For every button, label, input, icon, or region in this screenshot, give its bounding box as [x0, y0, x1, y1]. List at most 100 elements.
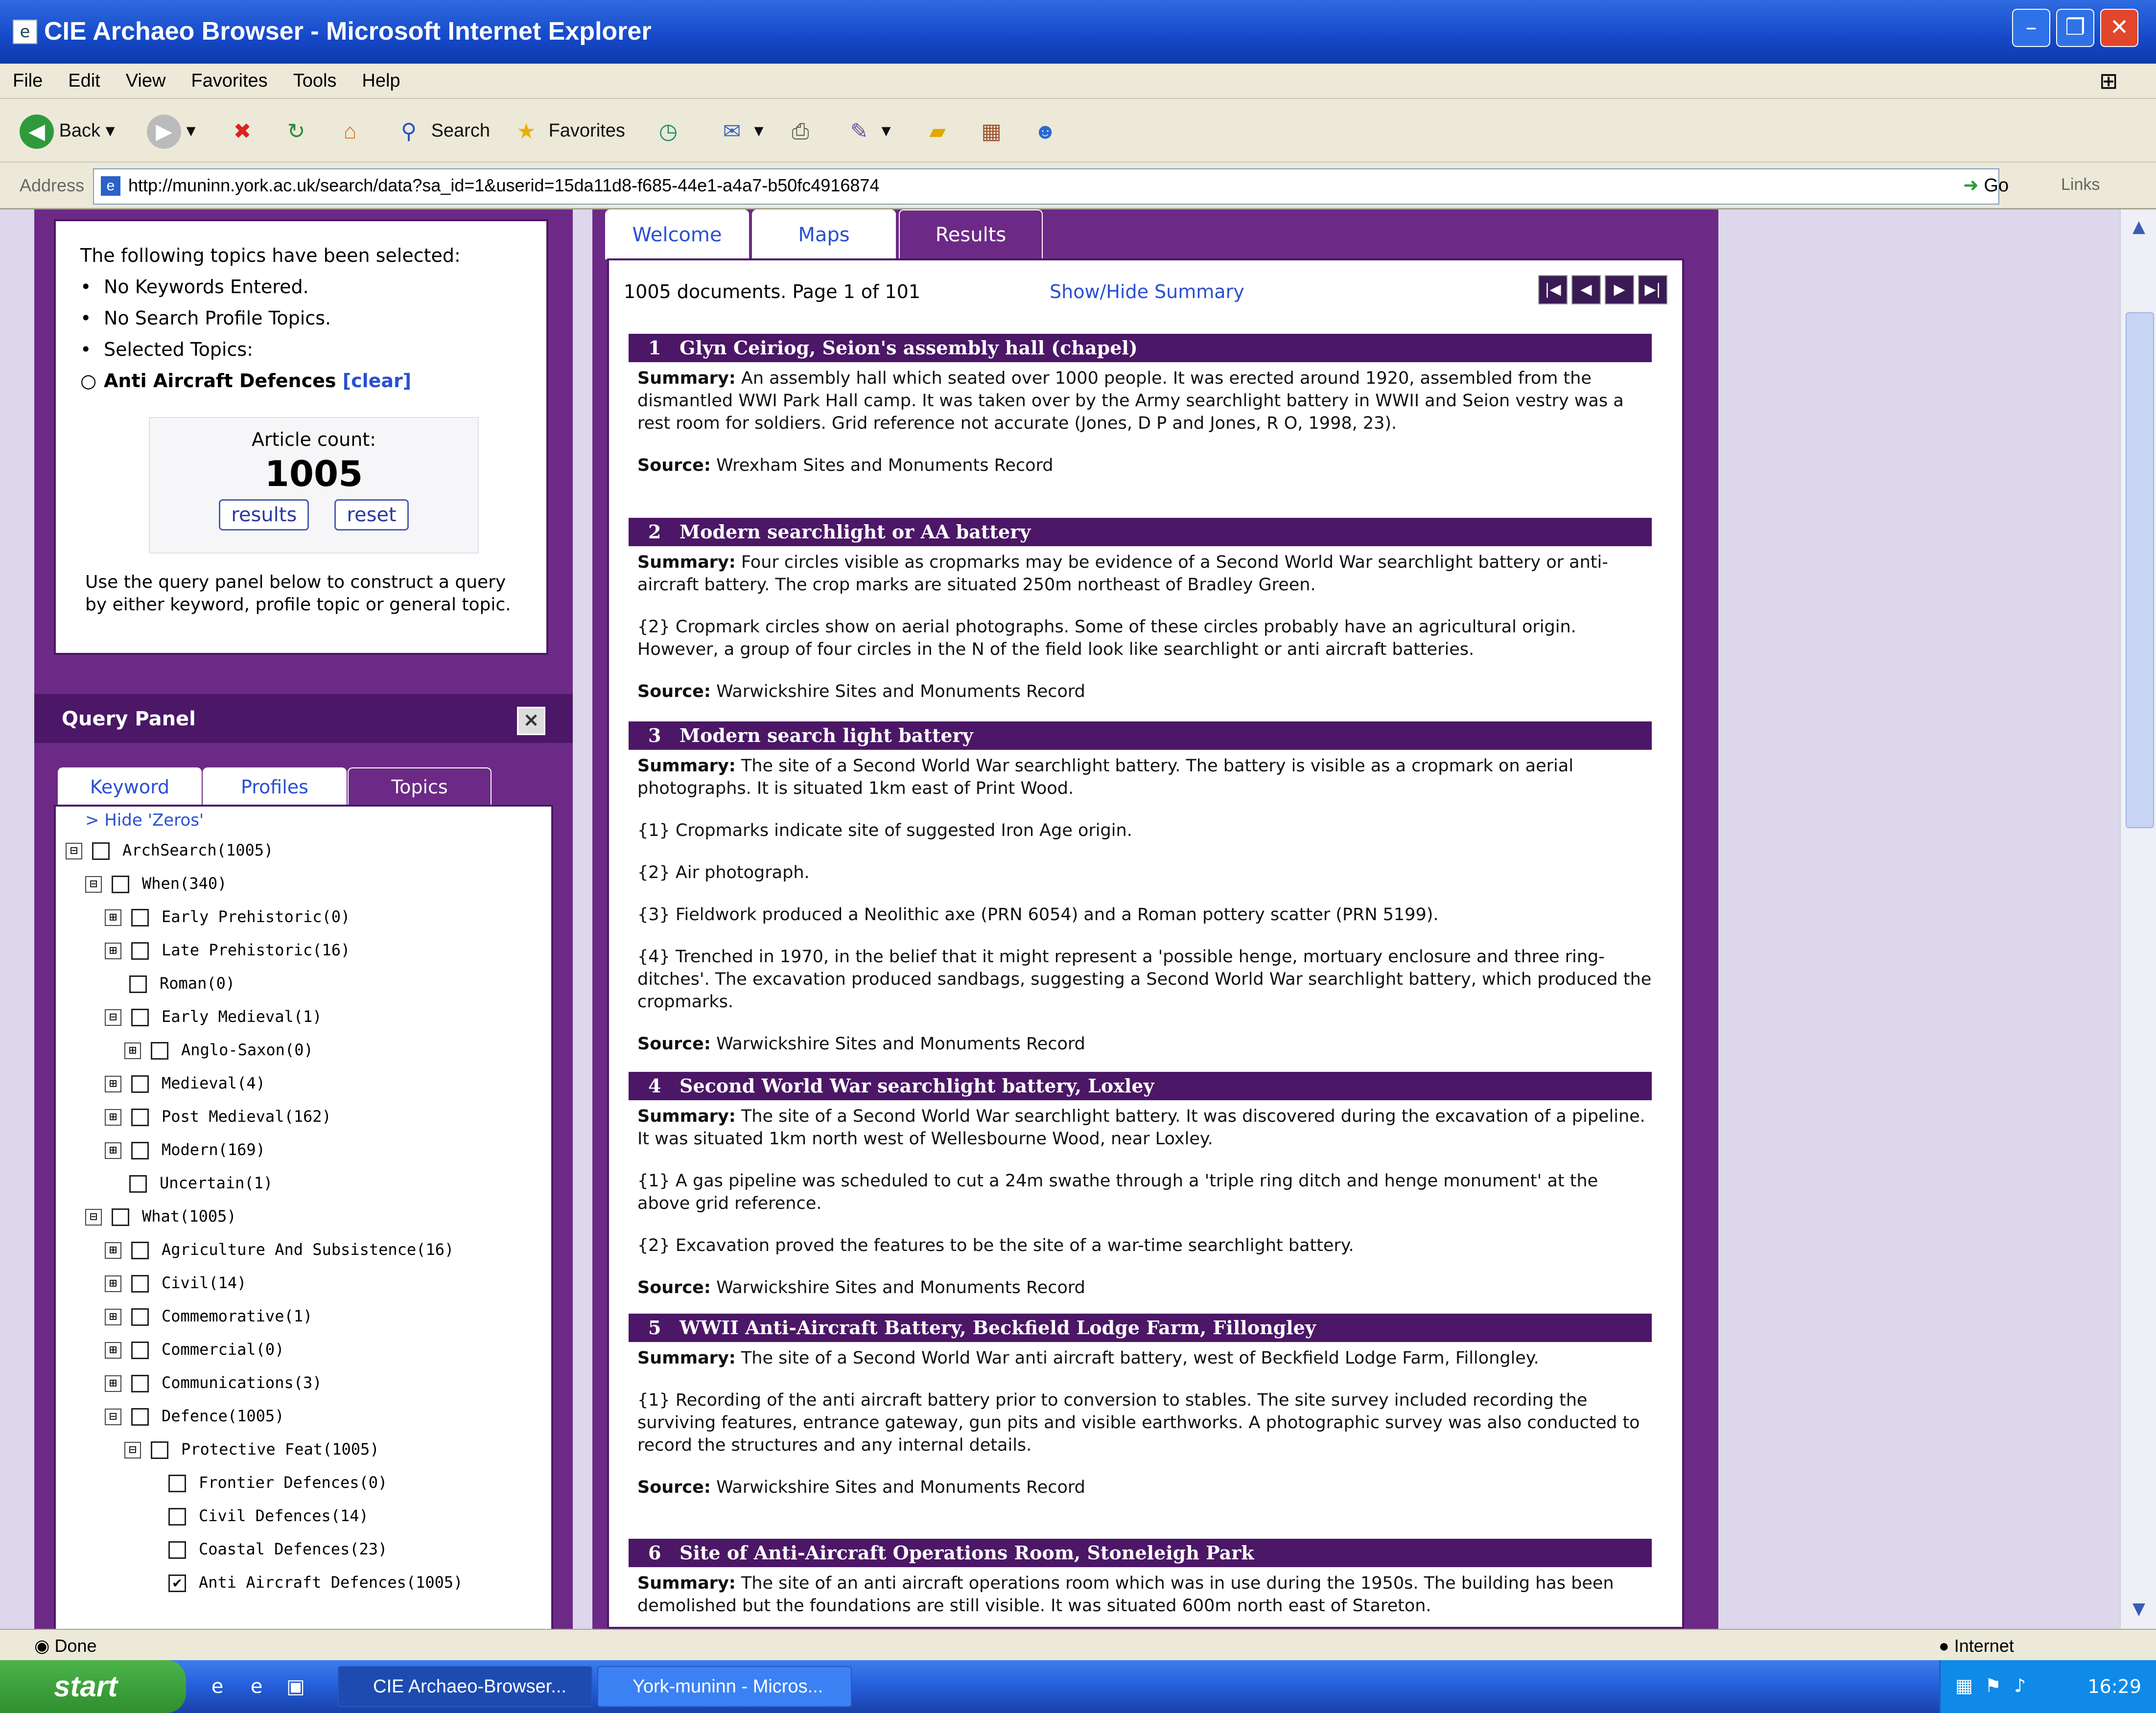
- tree-node[interactable]: ⊞ Communications(3): [105, 1369, 322, 1396]
- tree-expand-toggle-icon[interactable]: ⊞: [105, 1109, 121, 1126]
- tab-welcome[interactable]: Welcome: [605, 209, 749, 259]
- tree-node-checkbox[interactable]: [92, 842, 110, 860]
- tree-node-checkbox[interactable]: [131, 1375, 149, 1392]
- search-button[interactable]: ⚲ Search: [392, 111, 490, 151]
- tree-node-checkbox[interactable]: [151, 1042, 168, 1060]
- tree-node-checkbox[interactable]: [129, 975, 147, 993]
- forward-button[interactable]: ▶ ▾: [147, 111, 196, 151]
- edit-button[interactable]: ✎ ▾: [842, 111, 891, 151]
- scroll-up-icon[interactable]: ▲: [2125, 212, 2153, 241]
- tree-node[interactable]: Frontier Defences(0): [144, 1469, 387, 1496]
- scroll-down-icon[interactable]: ▼: [2125, 1595, 2153, 1623]
- tree-node-checkbox[interactable]: [131, 1342, 149, 1359]
- menu-file[interactable]: File: [0, 64, 55, 92]
- tree-expand-toggle-icon[interactable]: ⊞: [105, 1142, 121, 1159]
- tree-node[interactable]: ⊟ When(340): [85, 870, 227, 897]
- results-button[interactable]: results: [219, 499, 309, 531]
- tree-node-checkbox[interactable]: ✔: [168, 1574, 186, 1592]
- quicklaunch-ie-icon[interactable]: e: [206, 1675, 229, 1698]
- tree-node-checkbox[interactable]: [131, 942, 149, 960]
- menu-favorites[interactable]: Favorites: [178, 64, 280, 92]
- tree-node-checkbox[interactable]: [151, 1441, 168, 1459]
- research-button[interactable]: ▦: [974, 111, 1008, 151]
- clear-topic-link[interactable]: [clear]: [343, 370, 411, 392]
- tree-node[interactable]: ⊟ Protective Feat(1005): [124, 1436, 379, 1462]
- tree-node[interactable]: ⊞ Agriculture And Subsistence(16): [105, 1236, 454, 1263]
- task-york-muninn[interactable]: York-muninn - Micros...: [597, 1666, 852, 1707]
- restore-button[interactable]: ❐: [2056, 9, 2094, 47]
- tree-expand-toggle-icon[interactable]: ⊞: [124, 1042, 141, 1059]
- page-scrollbar[interactable]: ▲ ▼: [2120, 209, 2156, 1629]
- tab-maps[interactable]: Maps: [752, 209, 896, 259]
- home-button[interactable]: ⌂: [333, 111, 367, 151]
- tree-expand-toggle-icon[interactable]: ⊞: [105, 1076, 121, 1092]
- tree-node[interactable]: ⊞ Anglo-Saxon(0): [124, 1037, 313, 1063]
- menu-view[interactable]: View: [113, 64, 179, 92]
- tree-node[interactable]: ⊟ ArchSearch(1005): [66, 837, 273, 863]
- menu-help[interactable]: Help: [349, 64, 413, 92]
- tree-expand-toggle-icon[interactable]: ⊞: [105, 1309, 121, 1325]
- messenger-button[interactable]: ☻: [1028, 111, 1062, 151]
- tree-node-checkbox[interactable]: [112, 1208, 129, 1226]
- quicklaunch-media-icon[interactable]: ▣: [284, 1675, 307, 1698]
- tray-volume-icon[interactable]: ♪: [2014, 1675, 2026, 1696]
- tree-expand-toggle-icon[interactable]: ⊞: [105, 1375, 121, 1392]
- minimize-button[interactable]: –: [2012, 9, 2050, 47]
- tree-node[interactable]: ⊞ Late Prehistoric(16): [105, 937, 350, 963]
- tree-node-checkbox[interactable]: [131, 1142, 149, 1159]
- quicklaunch-ie2-icon[interactable]: e: [245, 1675, 268, 1698]
- tree-expand-toggle-icon[interactable]: ⊞: [105, 1242, 121, 1259]
- prev-page-button[interactable]: ◀: [1571, 275, 1601, 304]
- tree-node[interactable]: ⊞ Early Prehistoric(0): [105, 903, 350, 930]
- query-panel-collapse-button[interactable]: ×: [517, 707, 545, 735]
- tab-keyword[interactable]: Keyword: [58, 767, 202, 806]
- menu-tools[interactable]: Tools: [281, 64, 350, 92]
- favorites-button[interactable]: ★ Favorites: [509, 111, 625, 151]
- reset-button[interactable]: reset: [334, 499, 409, 531]
- first-page-button[interactable]: |◀: [1538, 275, 1568, 304]
- tree-node-checkbox[interactable]: [131, 1075, 149, 1093]
- last-page-button[interactable]: ▶|: [1638, 275, 1667, 304]
- tree-node[interactable]: ⊞ Commercial(0): [105, 1336, 284, 1363]
- tree-node-checkbox[interactable]: [131, 1408, 149, 1426]
- close-button[interactable]: ✕: [2100, 9, 2138, 47]
- tree-node[interactable]: ⊟ What(1005): [85, 1203, 236, 1229]
- tree-node-checkbox[interactable]: [131, 1009, 149, 1026]
- address-input[interactable]: e http://muninn.york.ac.uk/search/data?s…: [93, 168, 1999, 205]
- tree-node-checkbox[interactable]: [168, 1508, 186, 1526]
- result-title-bar[interactable]: 1 Glyn Ceiriog, Seion's assembly hall (ch…: [629, 334, 1652, 362]
- tree-expand-toggle-icon[interactable]: ⊟: [105, 1009, 121, 1026]
- tree-expand-toggle-icon[interactable]: ⊞: [105, 909, 121, 926]
- tree-expand-toggle-icon[interactable]: ⊟: [105, 1409, 121, 1425]
- scroll-thumb[interactable]: [2126, 312, 2154, 828]
- tree-expand-toggle-icon[interactable]: ⊟: [124, 1442, 141, 1458]
- next-page-button[interactable]: ▶: [1605, 275, 1634, 304]
- tree-node[interactable]: Civil Defences(14): [144, 1503, 369, 1529]
- tree-node[interactable]: ✔ Anti Aircraft Defences(1005): [144, 1569, 463, 1596]
- tree-node[interactable]: ⊟ Early Medieval(1): [105, 1003, 322, 1030]
- hide-zeros-link[interactable]: > Hide 'Zeros': [85, 810, 204, 830]
- tree-expand-toggle-icon[interactable]: ⊞: [105, 1342, 121, 1359]
- mail-button[interactable]: ✉ ▾: [715, 111, 764, 151]
- tree-node-checkbox[interactable]: [112, 876, 129, 893]
- history-button[interactable]: ◷: [651, 111, 685, 151]
- result-title-bar[interactable]: 3 Modern search light battery: [629, 721, 1652, 750]
- go-button[interactable]: ➜ Go: [1963, 168, 2037, 203]
- refresh-button[interactable]: ↻: [279, 111, 313, 151]
- show-hide-summary-link[interactable]: Show/Hide Summary: [1050, 281, 1244, 302]
- tab-profiles[interactable]: Profiles: [203, 767, 347, 806]
- menu-edit[interactable]: Edit: [55, 64, 113, 92]
- tray-security-icon[interactable]: ⚑: [1985, 1675, 2001, 1696]
- tree-node[interactable]: ⊞ Medieval(4): [105, 1070, 265, 1096]
- tree-node-checkbox[interactable]: [131, 1308, 149, 1326]
- tree-node[interactable]: ⊞ Commemorative(1): [105, 1303, 312, 1329]
- tree-node-checkbox[interactable]: [129, 1175, 147, 1193]
- back-button[interactable]: ◀ Back ▾: [20, 111, 115, 151]
- tree-expand-toggle-icon[interactable]: ⊟: [66, 843, 82, 859]
- print-button[interactable]: ⎙: [783, 111, 818, 151]
- tree-expand-toggle-icon[interactable]: ⊞: [105, 1275, 121, 1292]
- tree-node-checkbox[interactable]: [131, 1242, 149, 1259]
- tree-expand-toggle-icon[interactable]: ⊟: [85, 1209, 102, 1226]
- links-label[interactable]: Links: [2061, 175, 2100, 194]
- tree-node-checkbox[interactable]: [131, 1275, 149, 1293]
